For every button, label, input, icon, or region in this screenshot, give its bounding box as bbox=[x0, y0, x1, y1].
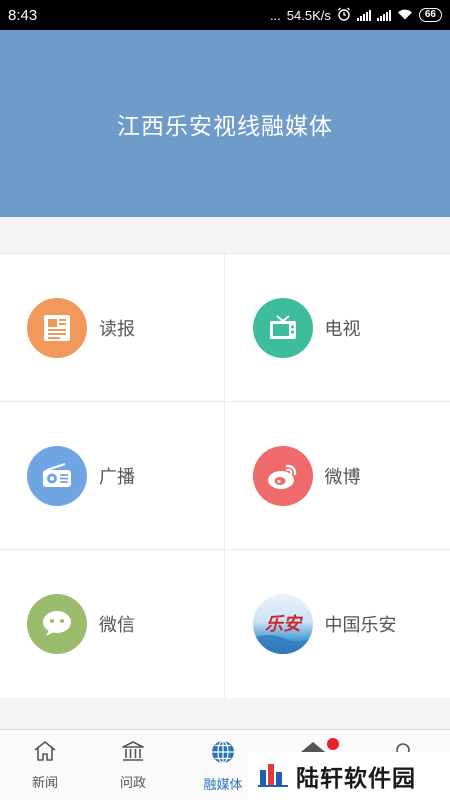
globe-icon bbox=[210, 739, 236, 769]
tab-government[interactable]: 问政 bbox=[88, 730, 178, 800]
signal-icon bbox=[356, 9, 371, 21]
wechat-icon bbox=[27, 594, 87, 654]
notification-badge bbox=[327, 738, 339, 750]
watermark-text: 陆轩软件园 bbox=[296, 766, 416, 792]
grid-item-label: 广播 bbox=[99, 466, 135, 488]
grid-item-wechat[interactable]: 微信 bbox=[0, 550, 225, 698]
alarm-icon bbox=[337, 7, 351, 24]
tab-label: 融媒体 bbox=[203, 778, 243, 793]
tv-icon bbox=[252, 297, 313, 358]
grid-item-label: 微博 bbox=[324, 466, 361, 488]
grid-item-newspaper[interactable]: 读报 bbox=[0, 254, 225, 402]
signal-icon-2 bbox=[376, 9, 391, 21]
header-banner: 江西乐安视线融媒体 bbox=[0, 30, 450, 217]
network-speed: 54.5K/s bbox=[286, 7, 331, 23]
newspaper-icon bbox=[27, 297, 87, 358]
status-bar: 8:43 ... 54.5K/s 66 bbox=[0, 0, 450, 30]
grid-item-label: 微信 bbox=[99, 615, 135, 636]
grid-item-radio[interactable]: 广播 bbox=[0, 402, 225, 550]
grid-item-label: 读报 bbox=[99, 318, 135, 340]
tab-news[interactable]: 新闻 bbox=[0, 730, 90, 800]
weibo-icon bbox=[252, 445, 313, 506]
grid-item-label: 中国乐安 bbox=[324, 615, 397, 636]
status-dots: ... bbox=[269, 7, 281, 23]
grid-item-tv[interactable]: 电视 bbox=[225, 254, 450, 402]
wifi-icon bbox=[397, 8, 413, 23]
grid-item-china-lean[interactable]: 乐安 中国乐安 bbox=[225, 550, 450, 698]
watermark: 陆轩软件园 bbox=[248, 752, 450, 800]
page-title: 江西乐安视线融媒体 bbox=[117, 113, 333, 140]
battery-icon: 66 bbox=[418, 8, 442, 22]
watermark-logo-icon bbox=[258, 760, 288, 792]
status-time: 8:43 bbox=[8, 6, 38, 24]
tab-label: 问政 bbox=[119, 776, 146, 791]
government-icon bbox=[120, 739, 146, 767]
lean-logo-icon: 乐安 bbox=[252, 594, 313, 654]
grid-item-label: 电视 bbox=[324, 318, 361, 340]
radio-icon bbox=[27, 445, 87, 506]
tab-label: 新闻 bbox=[31, 776, 58, 791]
grid-item-weibo[interactable]: 微博 bbox=[225, 402, 450, 550]
channel-grid: 读报 电视 广播 微博 微信 乐安 中国乐安 bbox=[0, 254, 450, 698]
lean-logo-text: 乐安 bbox=[265, 614, 304, 635]
home-icon bbox=[32, 739, 58, 767]
